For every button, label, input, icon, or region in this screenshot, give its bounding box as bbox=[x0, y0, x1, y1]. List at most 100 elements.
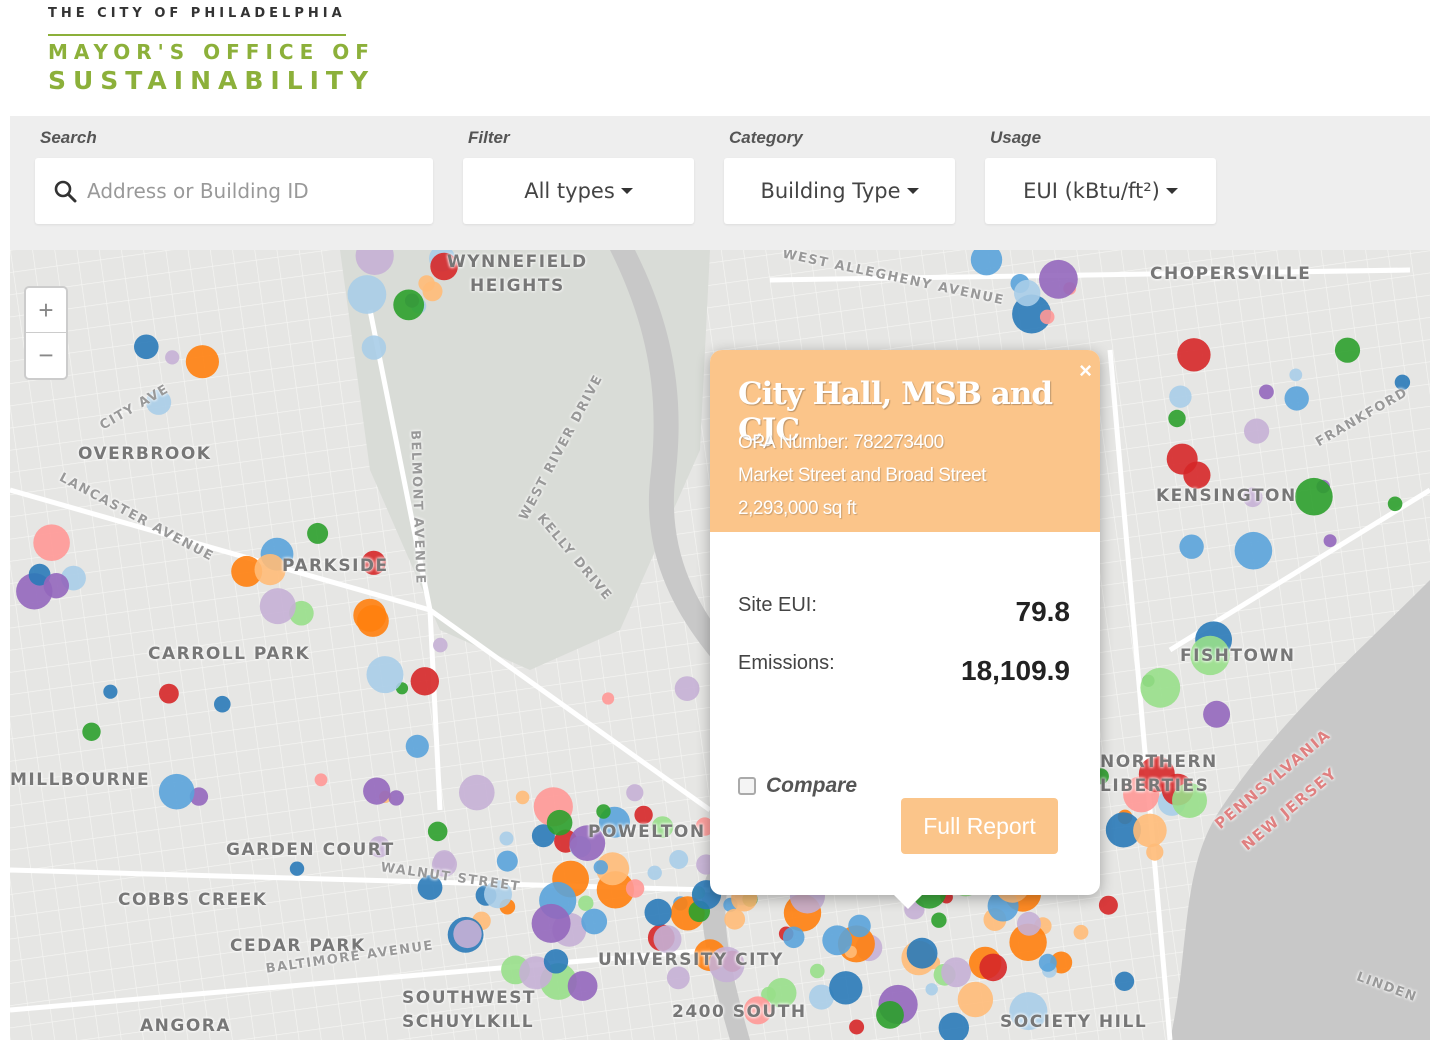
building-marker[interactable] bbox=[214, 695, 231, 713]
building-marker[interactable] bbox=[134, 334, 159, 360]
building-marker[interactable] bbox=[647, 865, 662, 880]
building-marker[interactable] bbox=[165, 350, 180, 365]
building-marker[interactable] bbox=[531, 903, 571, 943]
building-marker[interactable] bbox=[829, 971, 863, 1005]
building-marker[interactable] bbox=[669, 850, 689, 869]
building-marker[interactable] bbox=[1234, 531, 1273, 570]
zoom-in-button[interactable]: + bbox=[26, 288, 66, 333]
building-marker[interactable] bbox=[1179, 534, 1204, 559]
building-marker[interactable] bbox=[1169, 385, 1192, 408]
building-marker[interactable] bbox=[602, 692, 615, 705]
search-field[interactable] bbox=[35, 158, 433, 224]
building-marker[interactable] bbox=[724, 908, 746, 930]
building-marker[interactable] bbox=[1168, 409, 1186, 428]
building-marker[interactable] bbox=[644, 898, 672, 927]
building-marker[interactable] bbox=[1039, 259, 1078, 299]
building-marker[interactable] bbox=[848, 914, 871, 938]
building-marker[interactable] bbox=[307, 522, 329, 544]
building-marker[interactable] bbox=[876, 1001, 904, 1029]
building-marker[interactable] bbox=[593, 860, 608, 875]
building-marker[interactable] bbox=[782, 926, 805, 949]
building-marker[interactable] bbox=[357, 605, 389, 637]
building-marker[interactable] bbox=[1295, 477, 1333, 516]
building-marker[interactable] bbox=[674, 676, 700, 701]
building-marker[interactable] bbox=[314, 773, 328, 787]
building-marker[interactable] bbox=[1017, 911, 1041, 936]
building-marker[interactable] bbox=[578, 895, 594, 911]
building-marker[interactable] bbox=[33, 524, 70, 561]
building-marker[interactable] bbox=[810, 963, 825, 979]
building-marker[interactable] bbox=[1284, 386, 1309, 411]
building-marker[interactable] bbox=[1039, 309, 1055, 325]
building-marker[interactable] bbox=[433, 637, 448, 653]
usage-dropdown[interactable]: EUI (kBtu/ft²) bbox=[985, 158, 1216, 224]
building-marker[interactable] bbox=[626, 784, 644, 802]
building-marker[interactable] bbox=[185, 345, 219, 379]
search-input[interactable] bbox=[87, 179, 407, 203]
building-marker[interactable] bbox=[653, 925, 682, 954]
building-marker[interactable] bbox=[906, 937, 938, 969]
building-marker[interactable] bbox=[546, 809, 573, 836]
filter-dropdown[interactable]: All types bbox=[463, 158, 694, 224]
building-marker[interactable] bbox=[1114, 971, 1135, 991]
compare-checkbox[interactable]: Compare bbox=[738, 774, 857, 798]
building-marker[interactable] bbox=[158, 773, 195, 810]
building-marker[interactable] bbox=[957, 981, 994, 1018]
building-marker[interactable] bbox=[581, 908, 608, 935]
category-dropdown[interactable]: Building Type bbox=[724, 158, 955, 224]
building-marker[interactable] bbox=[43, 573, 69, 599]
building-marker[interactable] bbox=[1014, 279, 1041, 307]
site-eui-value: 79.8 bbox=[1015, 596, 1071, 627]
building-marker[interactable] bbox=[453, 919, 482, 949]
zoom-out-button[interactable]: − bbox=[26, 333, 66, 378]
building-marker[interactable] bbox=[347, 275, 387, 314]
building-map[interactable]: WYNNEFIELD HEIGHTS CHOPERSVILLE OVERBROO… bbox=[10, 250, 1430, 1040]
building-marker[interactable] bbox=[103, 684, 118, 699]
building-marker[interactable] bbox=[459, 774, 495, 811]
building-marker[interactable] bbox=[82, 722, 101, 741]
checkbox[interactable] bbox=[738, 777, 756, 795]
building-marker[interactable] bbox=[159, 683, 179, 704]
building-marker[interactable] bbox=[979, 953, 1007, 982]
building-marker[interactable] bbox=[849, 1019, 865, 1035]
building-marker[interactable] bbox=[388, 790, 404, 806]
building-marker[interactable] bbox=[1166, 443, 1198, 475]
building-marker[interactable] bbox=[405, 734, 429, 758]
neighborhood-label: COBBS CREEK bbox=[118, 890, 268, 910]
building-marker[interactable] bbox=[1140, 667, 1181, 708]
building-marker[interactable] bbox=[543, 949, 569, 974]
building-marker[interactable] bbox=[418, 275, 435, 292]
building-marker[interactable] bbox=[499, 831, 514, 846]
building-marker[interactable] bbox=[1133, 813, 1167, 848]
building-marker[interactable] bbox=[1177, 338, 1211, 372]
building-marker[interactable] bbox=[1244, 418, 1270, 444]
building-marker[interactable] bbox=[515, 790, 530, 805]
building-marker[interactable] bbox=[289, 861, 305, 876]
building-marker[interactable] bbox=[1098, 895, 1118, 915]
building-marker[interactable] bbox=[427, 821, 448, 842]
building-marker[interactable] bbox=[822, 925, 853, 956]
building-marker[interactable] bbox=[1203, 700, 1231, 728]
building-marker[interactable] bbox=[941, 957, 971, 988]
building-marker[interactable] bbox=[925, 983, 938, 996]
full-report-button[interactable]: Full Report bbox=[901, 798, 1058, 854]
building-marker[interactable] bbox=[1334, 337, 1361, 363]
building-marker[interactable] bbox=[596, 804, 611, 819]
building-marker[interactable] bbox=[259, 588, 296, 625]
building-marker[interactable] bbox=[410, 667, 439, 696]
building-marker[interactable] bbox=[393, 289, 425, 321]
building-marker[interactable] bbox=[1259, 384, 1274, 400]
building-marker[interactable] bbox=[1073, 924, 1089, 940]
building-marker[interactable] bbox=[567, 971, 598, 1001]
usage-label: Usage bbox=[990, 128, 1042, 147]
building-marker[interactable] bbox=[625, 879, 645, 898]
building-marker[interactable] bbox=[1387, 496, 1403, 512]
building-marker[interactable] bbox=[1038, 953, 1057, 972]
building-marker[interactable] bbox=[361, 335, 387, 360]
building-marker[interactable] bbox=[1289, 368, 1303, 382]
building-marker[interactable] bbox=[366, 656, 404, 694]
building-marker[interactable] bbox=[1323, 534, 1337, 548]
building-marker[interactable] bbox=[931, 912, 947, 928]
building-marker[interactable] bbox=[363, 777, 391, 805]
building-marker[interactable] bbox=[496, 850, 518, 872]
